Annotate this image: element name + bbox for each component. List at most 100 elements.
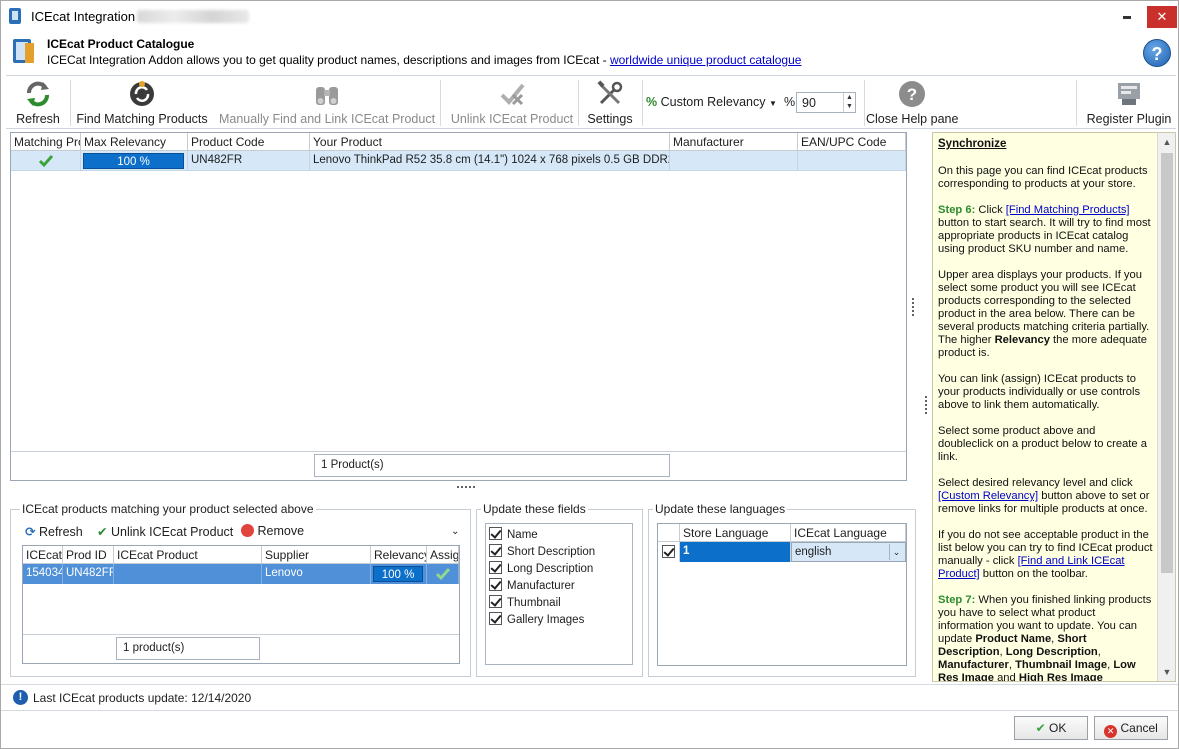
column-header[interactable]: Relevancy [371, 546, 427, 564]
splitter-handle[interactable] [911, 297, 915, 317]
matches-remove-button[interactable]: Remove [241, 524, 304, 538]
refresh-icon: ⟳ [25, 525, 36, 539]
help-bold: High Res Image [1018, 672, 1103, 682]
cancel-label: Cancel [1120, 721, 1158, 735]
column-header[interactable]: Manufacturer [670, 133, 798, 151]
field-checkbox-long-description[interactable]: Long Description [489, 561, 593, 578]
blurred-title-suffix [137, 10, 249, 23]
checkbox-checked-icon[interactable] [489, 527, 502, 540]
column-header[interactable]: Max Relevancy [81, 133, 188, 151]
matches-unlink-button[interactable]: ✔ Unlink ICEcat Product [97, 524, 233, 539]
custom-relevancy-help-link[interactable]: [Custom Relevancy] [938, 490, 1038, 502]
toolbar-separator [1076, 80, 1077, 126]
help-scrollbar[interactable]: ▲ ▼ [1157, 133, 1175, 681]
checkbox-checked-icon[interactable] [489, 612, 502, 625]
table-row[interactable]: 100 % UN482FR Lenovo ThinkPad R52 35.8 c… [11, 151, 906, 171]
icecat-matches-grid[interactable]: ICEcat Prod ID ICEcat Product Supplier R… [22, 545, 460, 664]
chevron-down-icon: ▼ [769, 99, 777, 108]
field-checkbox-name[interactable]: Name [489, 527, 538, 544]
field-checkbox-gallery-images[interactable]: Gallery Images [489, 612, 584, 629]
refresh-label: Refresh [16, 112, 60, 126]
checkbox-checked-icon[interactable] [662, 545, 675, 558]
unlink-icecat-product-button[interactable]: Unlink ICEcat Product [446, 76, 578, 128]
column-header[interactable]: ICEcat Language [791, 524, 906, 542]
percent-icon: % [646, 95, 658, 109]
column-header[interactable]: ICEcat Product [114, 546, 262, 564]
toolbar-overflow-chevron-icon[interactable]: ⌄ [451, 526, 459, 537]
help-icon[interactable]: ? [1143, 39, 1171, 67]
column-header[interactable]: Assign [427, 546, 459, 564]
checkbox-checked-icon[interactable] [489, 561, 502, 574]
max-relevancy-cell: 100 % [81, 151, 188, 171]
icecat-language-select[interactable]: english ⌄ [791, 542, 906, 562]
find-matching-help-link[interactable]: [Find Matching Products] [1006, 204, 1130, 216]
register-plugin-button[interactable]: Register Plugin [1086, 76, 1172, 128]
matches-refresh-button[interactable]: ⟳ Refresh [25, 524, 83, 539]
field-checkbox-thumbnail[interactable]: Thumbnail [489, 595, 561, 612]
field-checkbox-manufacturer[interactable]: Manufacturer [489, 578, 575, 595]
your-products-grid[interactable]: Matching Prod Max Relevancy Product Code… [10, 132, 907, 481]
chevron-down-icon[interactable]: ⌄ [889, 544, 903, 560]
icecat-product-cell [114, 564, 262, 584]
checkbox-checked-icon[interactable] [489, 595, 502, 608]
update-fields-title: Update these fields [481, 502, 588, 516]
last-update-text: Last ICEcat products update: 12/14/2020 [33, 691, 252, 705]
column-header[interactable]: EAN/UPC Code [798, 133, 906, 151]
minimize-button[interactable] [1113, 4, 1143, 28]
icecat-id-cell: 154034 [23, 564, 63, 584]
scroll-down-icon[interactable]: ▼ [1158, 663, 1175, 681]
assign-cell[interactable] [427, 564, 459, 584]
manual-find-link-button[interactable]: Manually Find and Link ICEcat Product [218, 76, 436, 128]
column-header[interactable]: Store Language [680, 524, 791, 542]
help-pane: Synchronize On this page you can find IC… [932, 132, 1176, 682]
splitter-handle[interactable] [456, 485, 476, 489]
field-checkbox-short-description[interactable]: Short Description [489, 544, 595, 561]
column-header[interactable]: ICEcat [23, 546, 63, 564]
custom-relevancy-label: Custom Relevancy [660, 95, 766, 109]
manufacturer-cell [670, 151, 798, 171]
column-header[interactable]: Matching Prod [11, 133, 81, 151]
grid-footer-divider [23, 634, 459, 635]
close-help-pane-button[interactable]: ? Close Help pane [866, 76, 958, 128]
cancel-button[interactable]: ✕ Cancel [1094, 716, 1168, 740]
help-bold: Manufacturer [938, 659, 1009, 671]
relevancy-spinner[interactable]: 90 ▲ ▼ [796, 92, 856, 113]
svg-text:?: ? [907, 85, 917, 104]
column-header[interactable]: Product Code [188, 133, 310, 151]
scroll-up-icon[interactable]: ▲ [1158, 133, 1175, 151]
toolbar-separator [70, 80, 71, 126]
tools-icon [597, 80, 623, 105]
checkbox-checked-icon[interactable] [489, 578, 502, 591]
spinner-arrows-icon[interactable]: ▲ ▼ [843, 93, 855, 112]
manual-find-label: Manually Find and Link ICEcat Product [218, 112, 436, 126]
settings-button[interactable]: Settings [582, 76, 638, 128]
find-matching-products-button[interactable]: Find Matching Products [76, 76, 208, 128]
update-languages-title: Update these languages [653, 502, 788, 516]
scrollbar-thumb[interactable] [1161, 153, 1173, 573]
help-sep: , [1097, 646, 1101, 658]
column-header[interactable]: Your Product [310, 133, 670, 151]
prod-id-cell: UN482FR [63, 564, 114, 584]
splitter-handle[interactable] [924, 395, 928, 415]
catalogue-book-icon [13, 39, 34, 63]
refresh-button[interactable]: Refresh [10, 76, 66, 128]
help-bold: Relevancy [994, 334, 1050, 346]
languages-grid[interactable]: Store Language ICEcat Language 1 english… [657, 523, 907, 666]
ok-button[interactable]: ✔ OK [1014, 716, 1088, 740]
help-paragraph: Step 7: When you finished linking produc… [938, 594, 1153, 682]
field-label: Short Description [507, 546, 596, 558]
header-subtitle-text: ICECat Integration Addon allows you to g… [47, 53, 610, 67]
column-header[interactable]: Supplier [262, 546, 371, 564]
close-button[interactable]: ✕ [1147, 6, 1177, 28]
grid-footer-divider [11, 451, 906, 452]
table-row[interactable]: 154034 UN482FR Lenovo 100 % [23, 564, 459, 584]
field-label: Manufacturer [507, 580, 575, 592]
help-text: Synchronize On this page you can find IC… [938, 138, 1153, 682]
step-label: Step 7: [938, 594, 976, 606]
language-check-cell[interactable] [658, 542, 680, 562]
custom-relevancy-dropdown[interactable]: % Custom Relevancy ▼ [646, 95, 777, 109]
checkbox-checked-icon[interactable] [489, 544, 502, 557]
table-row[interactable]: 1 english ⌄ [658, 542, 906, 562]
column-header[interactable]: Prod ID [63, 546, 114, 564]
catalogue-link[interactable]: worldwide unique product catalogue [610, 53, 801, 67]
